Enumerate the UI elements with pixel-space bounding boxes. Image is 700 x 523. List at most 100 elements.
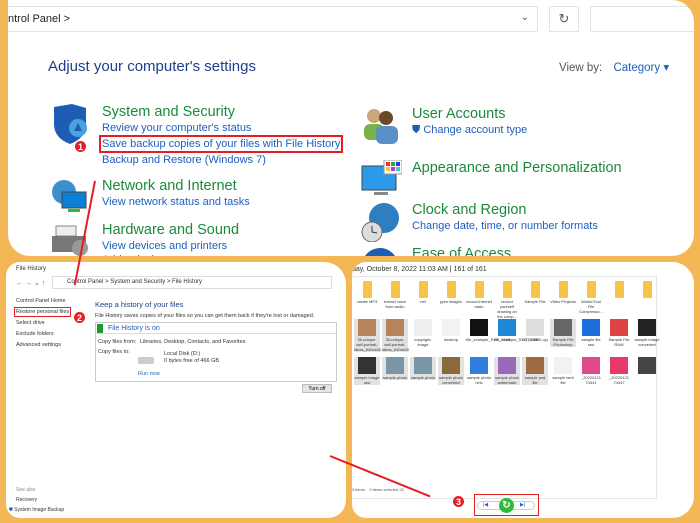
breadcrumb[interactable]: ntrol Panel > — [8, 13, 70, 25]
file-item[interactable]: sample wmf file — [550, 357, 576, 385]
file-item[interactable]: copyright-image — [410, 319, 436, 347]
file-thumbnail — [498, 319, 516, 336]
file-item[interactable]: sample file raw — [578, 319, 604, 347]
file-name: sample file raw — [581, 337, 601, 347]
nav-buttons[interactable]: ← → ⌄ ↑ — [16, 279, 45, 287]
folder-item[interactable]: Sample File — [522, 281, 548, 304]
category-heading[interactable]: Ease of Access — [412, 246, 511, 256]
link-review-status[interactable]: Review your computer's status — [102, 122, 340, 134]
link-backup-restore[interactable]: Backup and Restore (Windows 7) — [102, 154, 340, 166]
file-item[interactable]: sample photo watermark — [494, 357, 520, 385]
file-item[interactable]: sample photo heic — [466, 357, 492, 385]
shield-icon — [54, 104, 87, 144]
view-by: View by: Category ▾ — [559, 60, 669, 74]
folder-item[interactable]: record internet radio — [466, 281, 492, 309]
category-heading[interactable]: System and Security — [102, 104, 340, 120]
view-by-dropdown[interactable]: Category ▾ — [613, 62, 669, 74]
heading: Keep a history of your files — [95, 300, 184, 309]
folder-item[interactable]: nef — [410, 281, 436, 304]
address-bar[interactable]: ntrol Panel > ⌄ — [8, 6, 538, 32]
category-heading[interactable]: Network and Internet — [102, 178, 250, 194]
category-heading[interactable]: Clock and Region — [412, 202, 598, 218]
file-item[interactable]: file_example_SVG_30kB — [494, 319, 538, 342]
link-date-time[interactable]: Change date, time, or number formats — [412, 220, 598, 232]
sidebar-item-exclude[interactable]: Exclude folders — [16, 331, 69, 337]
window-title: File History — [16, 266, 47, 272]
sidebar-item-home[interactable]: Control Panel Home — [16, 298, 69, 304]
see-also-label: See also — [16, 487, 36, 493]
folder-item[interactable]: extract voice from audio — [382, 281, 408, 309]
file-name: ppm images — [440, 299, 462, 304]
link-add-device[interactable]: Add a device — [102, 254, 239, 256]
run-now-link[interactable]: Run now — [138, 371, 160, 377]
file-item[interactable]: sample photo converted — [438, 357, 464, 385]
file-item[interactable]: _20220121 74347 — [606, 357, 632, 385]
category-ease-of-access: Ease of Access — [365, 246, 511, 256]
uac-shield-icon: ⛊ — [412, 124, 421, 136]
file-thumbnail — [582, 357, 600, 374]
turn-off-button[interactable]: Turn off — [302, 384, 332, 393]
file-item[interactable]: desktop — [438, 319, 464, 342]
file-item[interactable]: sample photo — [410, 357, 436, 380]
copy-from-label: Copy files from: — [98, 339, 137, 345]
sidebar-item-restore[interactable]: Restore personal files — [13, 307, 72, 317]
category-clock-region: Clock and Region Change date, time, or n… — [361, 202, 598, 242]
folder-item[interactable]: ppm images — [438, 281, 464, 304]
file-thumbnail — [386, 357, 404, 374]
folder-icon — [558, 281, 568, 298]
main-content: Keep a history of your files File Histor… — [95, 300, 337, 382]
file-item[interactable]: sample image converted — [634, 319, 660, 347]
category-heading[interactable]: User Accounts — [412, 106, 527, 122]
file-thumbnail — [638, 357, 656, 374]
folder-item[interactable]: WorkinTool File Compresso... — [578, 281, 604, 314]
search-input[interactable] — [590, 6, 694, 32]
link-network-status[interactable]: View network status and tasks — [102, 196, 250, 208]
file-item[interactable]: 35-unique-self-portrait-ideas_640x640 — [354, 319, 381, 352]
file-name: Video Projects — [550, 299, 576, 304]
link-recovery[interactable]: Recovery — [16, 497, 64, 503]
folder-item[interactable]: create MP3 — [354, 281, 380, 304]
file-item[interactable]: LITEUSDK-qq — [522, 319, 548, 342]
category-user-accounts: User Accounts ⛊ Change account type — [364, 106, 527, 144]
file-item[interactable]: Sample File Photoshop — [550, 319, 576, 347]
refresh-icon[interactable]: ↻ — [549, 6, 579, 32]
file-item[interactable]: 35-unique-self-portrait-ideas_640x640 — [382, 319, 409, 352]
address-bar[interactable]: Control Panel > System and Security > Fi… — [52, 276, 332, 289]
folder-item[interactable]: record yourself drawing on the comp... — [494, 281, 520, 319]
restore-button[interactable]: ↻ — [499, 498, 514, 513]
file-item[interactable]: _20220121 74341 — [578, 357, 604, 385]
previous-version-button[interactable]: |◀ — [483, 502, 488, 508]
link-system-image-backup[interactable]: ⛊ System Image Backup — [9, 507, 64, 513]
category-heading[interactable]: Appearance and Personalization — [412, 160, 622, 176]
file-item[interactable]: sample photo — [382, 357, 408, 380]
sidebar-item-advanced[interactable]: Advanced settings — [16, 342, 69, 348]
file-thumbnail — [610, 357, 628, 374]
link-change-account-type[interactable]: ⛊ Change account type — [412, 124, 527, 137]
file-name: sample image converted — [634, 337, 660, 347]
folder-icon — [530, 281, 540, 298]
file-item[interactable] — [634, 357, 660, 375]
file-name: Sample File RAW — [608, 337, 630, 347]
file-item[interactable]: Sample File RAW — [606, 319, 632, 347]
restore-controls: |◀ ↻ ▶| — [474, 494, 539, 516]
link-view-devices[interactable]: View devices and printers — [102, 240, 239, 252]
next-version-button[interactable]: ▶| — [520, 502, 525, 508]
accessibility-icon — [365, 248, 395, 256]
file-thumbnail — [554, 357, 572, 374]
category-system-security: 1 System and Security Review your comput… — [54, 104, 344, 166]
page-title: Adjust your computer's settings — [48, 58, 256, 75]
file-item[interactable]: sample psd file — [522, 357, 548, 385]
category-network: Network and Internet View network status… — [52, 178, 250, 212]
sidebar-item-select-drive[interactable]: Select drive — [16, 320, 69, 326]
folder-item[interactable] — [606, 281, 632, 299]
file-item[interactable]: sample image raw — [354, 357, 380, 385]
chevron-down-icon[interactable]: ⌄ — [521, 12, 529, 23]
drive-name: Local Disk (D:) — [164, 351, 201, 357]
copy-from-value: Libraries, Desktop, Contacts, and Favori… — [140, 339, 246, 345]
file-item[interactable]: file_example_SVG_30kB — [466, 319, 510, 342]
category-heading[interactable]: Hardware and Sound — [102, 222, 239, 238]
folder-item[interactable] — [634, 281, 660, 299]
file-name: Sample File — [524, 299, 546, 304]
folder-item[interactable]: Video Projects — [550, 281, 576, 304]
link-file-history[interactable]: Save backup copies of your files with Fi… — [98, 135, 344, 153]
